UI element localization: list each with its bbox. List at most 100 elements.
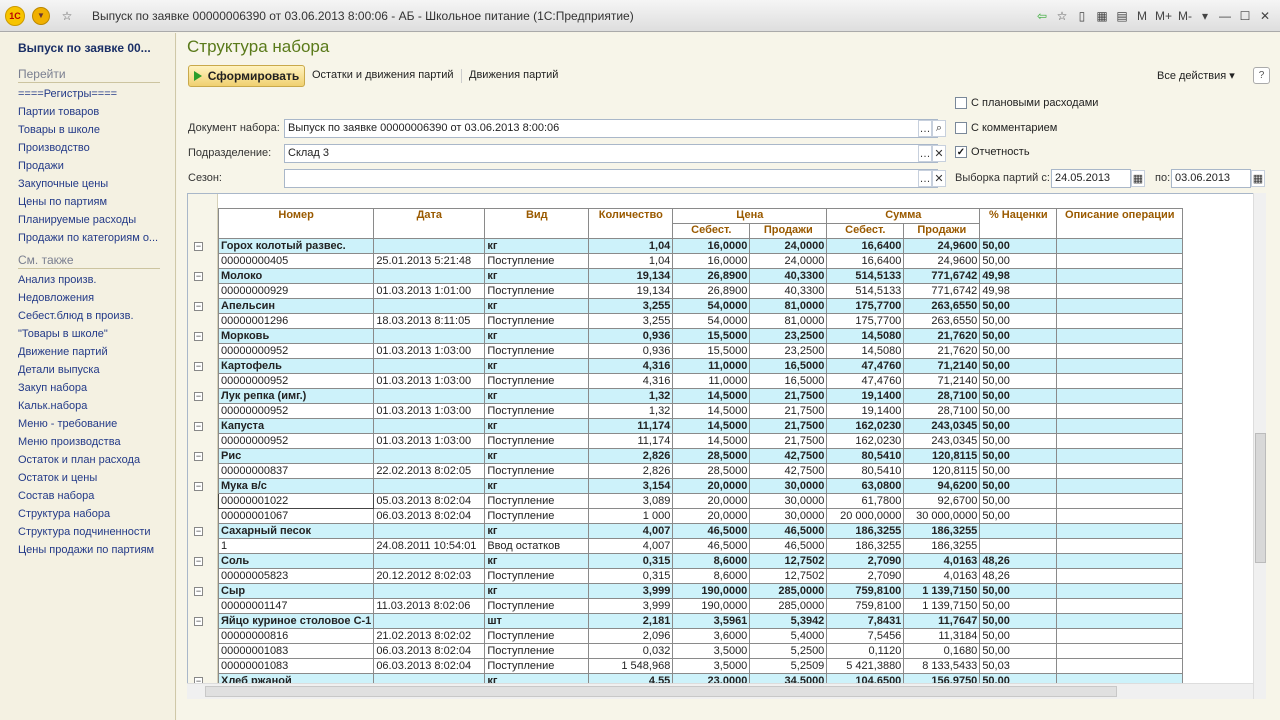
table-cell[interactable]: кг xyxy=(484,298,590,314)
main-menu-button[interactable]: ▼ xyxy=(30,5,52,27)
table-cell[interactable]: 3,255 xyxy=(588,313,674,329)
planned-expenses-checkbox-row[interactable]: С плановыми расходами xyxy=(955,97,1098,109)
table-cell[interactable]: Ввод остатков xyxy=(484,538,590,554)
table-cell[interactable]: 3,154 xyxy=(588,478,674,494)
collapse-toggle-icon[interactable]: − xyxy=(194,422,203,431)
link-batch-balances[interactable]: Остатки и движения партий xyxy=(312,69,454,81)
table-cell[interactable]: 771,6742 xyxy=(903,268,981,284)
table-cell[interactable]: 8,6000 xyxy=(672,568,751,584)
table-cell[interactable]: 01.03.2013 1:03:00 xyxy=(373,403,486,419)
table-row[interactable]: 00000000952 01.03.2013 1:03:00 Поступление… xyxy=(217,373,1184,389)
table-cell[interactable]: 12,7502 xyxy=(749,568,828,584)
memory-m-button[interactable]: M xyxy=(1135,9,1149,23)
table-cell[interactable]: 3,089 xyxy=(588,493,674,509)
table-cell[interactable]: кг xyxy=(484,328,590,344)
col-sum-cost-header[interactable]: Себест. xyxy=(826,223,905,239)
table-cell[interactable]: 50,00 xyxy=(979,418,1058,434)
table-cell[interactable]: 3,5961 xyxy=(672,613,751,629)
report-checkbox-row[interactable]: ✓ Отчетность xyxy=(955,146,1030,158)
table-cell[interactable]: 01.03.2013 1:03:00 xyxy=(373,373,486,389)
table-cell[interactable]: 50,00 xyxy=(979,613,1058,629)
table-cell[interactable]: 50,00 xyxy=(979,583,1058,599)
table-cell[interactable]: 0,936 xyxy=(588,328,674,344)
table-cell[interactable]: 0,1120 xyxy=(826,643,905,659)
table-cell[interactable]: 1 548,968 xyxy=(588,658,674,674)
table-cell[interactable]: 0,315 xyxy=(588,553,674,569)
comment-checkbox[interactable] xyxy=(955,122,967,134)
sidebar-goto-item-0[interactable]: ====Регистры==== xyxy=(18,85,168,103)
group-row[interactable]: Мука в/с кг 3,154 20,0000 30,0000 63,0800 94,6… xyxy=(217,478,1184,494)
sidebar-title[interactable]: Выпуск по заявке 00... xyxy=(18,41,175,55)
table-cell[interactable]: Горох колотый развес. xyxy=(217,238,375,254)
table-cell[interactable]: Молоко xyxy=(217,268,375,284)
link-batch-movements[interactable]: Движения партий xyxy=(469,69,558,81)
table-cell[interactable]: 11,174 xyxy=(588,418,674,434)
table-row[interactable]: 00000001296 18.03.2013 8:11:05 Поступление… xyxy=(217,313,1184,329)
sidebar-seealso-item-15[interactable]: Цены продажи по партиям xyxy=(18,541,168,559)
group-row[interactable]: Морковь кг 0,936 15,5000 23,2500 14,5080 21,76… xyxy=(217,328,1184,344)
sidebar-goto-item-7[interactable]: Планируемые расходы xyxy=(18,211,168,229)
table-cell[interactable]: 54,0000 xyxy=(672,313,751,329)
comment-checkbox-row[interactable]: С комментарием xyxy=(955,122,1057,134)
table-cell[interactable]: 21,7500 xyxy=(749,418,828,434)
clear-icon[interactable]: ✕ xyxy=(932,170,946,187)
table-cell[interactable]: 20,0000 xyxy=(672,508,751,524)
col-price-cost-header[interactable]: Себест. xyxy=(672,223,751,239)
all-actions-menu[interactable]: Все действия ▾ xyxy=(1157,69,1235,82)
sidebar-goto-item-1[interactable]: Партии товаров xyxy=(18,103,168,121)
report-checkbox[interactable]: ✓ xyxy=(955,146,967,158)
table-cell[interactable]: 186,3255 xyxy=(903,523,981,539)
table-cell[interactable] xyxy=(1056,493,1184,509)
table-cell[interactable] xyxy=(373,613,486,629)
table-cell[interactable]: 15,5000 xyxy=(672,343,751,359)
table-cell[interactable]: 243,0345 xyxy=(903,433,981,449)
table-cell[interactable]: 3,5000 xyxy=(672,643,751,659)
table-cell[interactable]: 50,00 xyxy=(979,448,1058,464)
table-cell[interactable]: 50,00 xyxy=(979,358,1058,374)
group-row[interactable]: Апельсин кг 3,255 54,0000 81,0000 175,7700 263… xyxy=(217,298,1184,314)
table-cell[interactable]: 190,0000 xyxy=(672,583,751,599)
table-cell[interactable]: 14,5000 xyxy=(672,403,751,419)
table-cell[interactable]: 11.03.2013 8:02:06 xyxy=(373,598,486,614)
group-row[interactable]: Рис кг 2,826 28,5000 42,7500 80,5410 120,8115 5… xyxy=(217,448,1184,464)
table-cell[interactable]: 71,2140 xyxy=(903,373,981,389)
table-cell[interactable]: Мука в/с xyxy=(217,478,375,494)
table-cell[interactable]: 61,7800 xyxy=(826,493,905,509)
table-row[interactable]: 00000001147 11.03.2013 8:02:06 Поступление… xyxy=(217,598,1184,614)
table-cell[interactable]: 00000000952 xyxy=(217,433,375,449)
sidebar-seealso-item-9[interactable]: Меню производства xyxy=(18,433,168,451)
table-cell[interactable]: 11,174 xyxy=(588,433,674,449)
table-cell[interactable]: Поступление xyxy=(484,403,590,419)
group-row[interactable]: Яйцо куриное столовое С-1 шт 2,181 3,5961 5,… xyxy=(217,613,1184,629)
table-cell[interactable]: 21,7620 xyxy=(903,328,981,344)
table-cell[interactable] xyxy=(1056,268,1184,284)
table-cell[interactable]: 50,00 xyxy=(979,478,1058,494)
sidebar-goto-item-5[interactable]: Закупочные цены xyxy=(18,175,168,193)
table-cell[interactable]: 49,98 xyxy=(979,268,1058,284)
table-cell[interactable]: 11,7647 xyxy=(903,613,981,629)
table-cell[interactable]: Поступление xyxy=(484,253,590,269)
table-cell[interactable]: 5,3942 xyxy=(749,613,828,629)
table-cell[interactable]: 40,3300 xyxy=(749,283,828,299)
table-cell[interactable]: 21,7500 xyxy=(749,403,828,419)
table-cell[interactable]: 2,7090 xyxy=(826,553,905,569)
table-cell[interactable]: 14,5000 xyxy=(672,418,751,434)
table-cell[interactable]: 2,7090 xyxy=(826,568,905,584)
table-cell[interactable]: 50,00 xyxy=(979,463,1058,479)
table-cell[interactable]: 4,007 xyxy=(588,523,674,539)
sidebar-seealso-item-4[interactable]: Движение партий xyxy=(18,343,168,361)
table-cell[interactable]: кг xyxy=(484,388,590,404)
table-cell[interactable] xyxy=(1056,643,1184,659)
table-cell[interactable]: 42,7500 xyxy=(749,463,828,479)
table-cell[interactable] xyxy=(373,388,486,404)
table-cell[interactable]: 186,3255 xyxy=(826,523,905,539)
table-cell[interactable]: 19,134 xyxy=(588,268,674,284)
planned-expenses-checkbox[interactable] xyxy=(955,97,967,109)
table-cell[interactable]: 5,4000 xyxy=(749,628,828,644)
table-cell[interactable]: Сахарный песок xyxy=(217,523,375,539)
table-cell[interactable]: 190,0000 xyxy=(672,598,751,614)
table-cell[interactable] xyxy=(1056,328,1184,344)
table-cell[interactable] xyxy=(1056,418,1184,434)
table-cell[interactable]: 50,00 xyxy=(979,598,1058,614)
table-row[interactable]: 00000000837 22.02.2013 8:02:05 Поступление… xyxy=(217,463,1184,479)
